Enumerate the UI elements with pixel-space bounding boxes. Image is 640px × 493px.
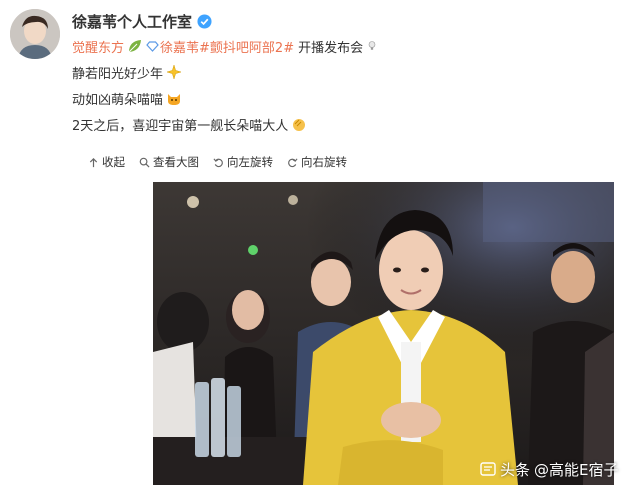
clap-icon [293, 119, 306, 131]
toutiao-logo-icon [480, 462, 496, 476]
post-line-1: 觉醒东方 徐嘉苇 #颤抖吧阿部2# 开播发布会 [72, 36, 381, 56]
topic-link[interactable]: #颤抖吧阿部2# [199, 37, 294, 56]
watermark-platform: 头条 [500, 460, 531, 479]
watermark: 头条 @高能E宿子 [480, 454, 619, 484]
rotate-left-label: 向左旋转 [227, 155, 273, 169]
mention-link[interactable]: 徐嘉苇 [146, 37, 199, 56]
bulb-icon [368, 41, 376, 50]
watermark-author: @高能E宿子 [534, 460, 619, 479]
rotate-right-label: 向右旋转 [301, 155, 347, 169]
rotate-right-button[interactable]: 向右旋转 [287, 154, 347, 170]
line1-suffix: 开播发布会 [298, 40, 364, 56]
view-large-button[interactable]: 查看大图 [139, 154, 199, 170]
collapse-label: 收起 [102, 155, 125, 169]
cat-icon [168, 94, 181, 105]
photo-scene [153, 182, 614, 485]
username[interactable]: 徐嘉苇个人工作室 [72, 11, 192, 32]
sparkle-icon [166, 64, 182, 80]
mention-name: 徐嘉苇 [160, 40, 200, 56]
post-line-3: 动如凶萌朵喵喵 [72, 88, 185, 108]
leaf-icon [128, 40, 142, 53]
rotate-left-button[interactable]: 向左旋转 [213, 154, 273, 170]
line3-text: 动如凶萌朵喵喵 [72, 92, 164, 108]
diamond-icon [146, 40, 159, 52]
rotate-right-icon [288, 157, 298, 167]
post-photo[interactable] [153, 182, 614, 485]
search-icon [139, 157, 150, 168]
avatar[interactable] [10, 9, 60, 59]
line2-text: 静若阳光好少年 [72, 66, 164, 82]
collapse-icon [89, 157, 98, 167]
view-large-label: 查看大图 [153, 155, 199, 169]
line4-text: 2天之后，喜迎宇宙第一舰长朵喵大人 [72, 118, 289, 134]
verified-badge-icon [197, 13, 212, 29]
post-line-4: 2天之后，喜迎宇宙第一舰长朵喵大人 [72, 114, 310, 134]
collapse-button[interactable]: 收起 [88, 154, 125, 170]
brand-link[interactable]: 觉醒东方 [72, 37, 124, 56]
image-toolbar: 收起 查看大图 向左旋转 向右旋转 [88, 151, 347, 173]
rotate-left-icon [213, 157, 223, 167]
post-line-2: 静若阳光好少年 [72, 62, 185, 82]
